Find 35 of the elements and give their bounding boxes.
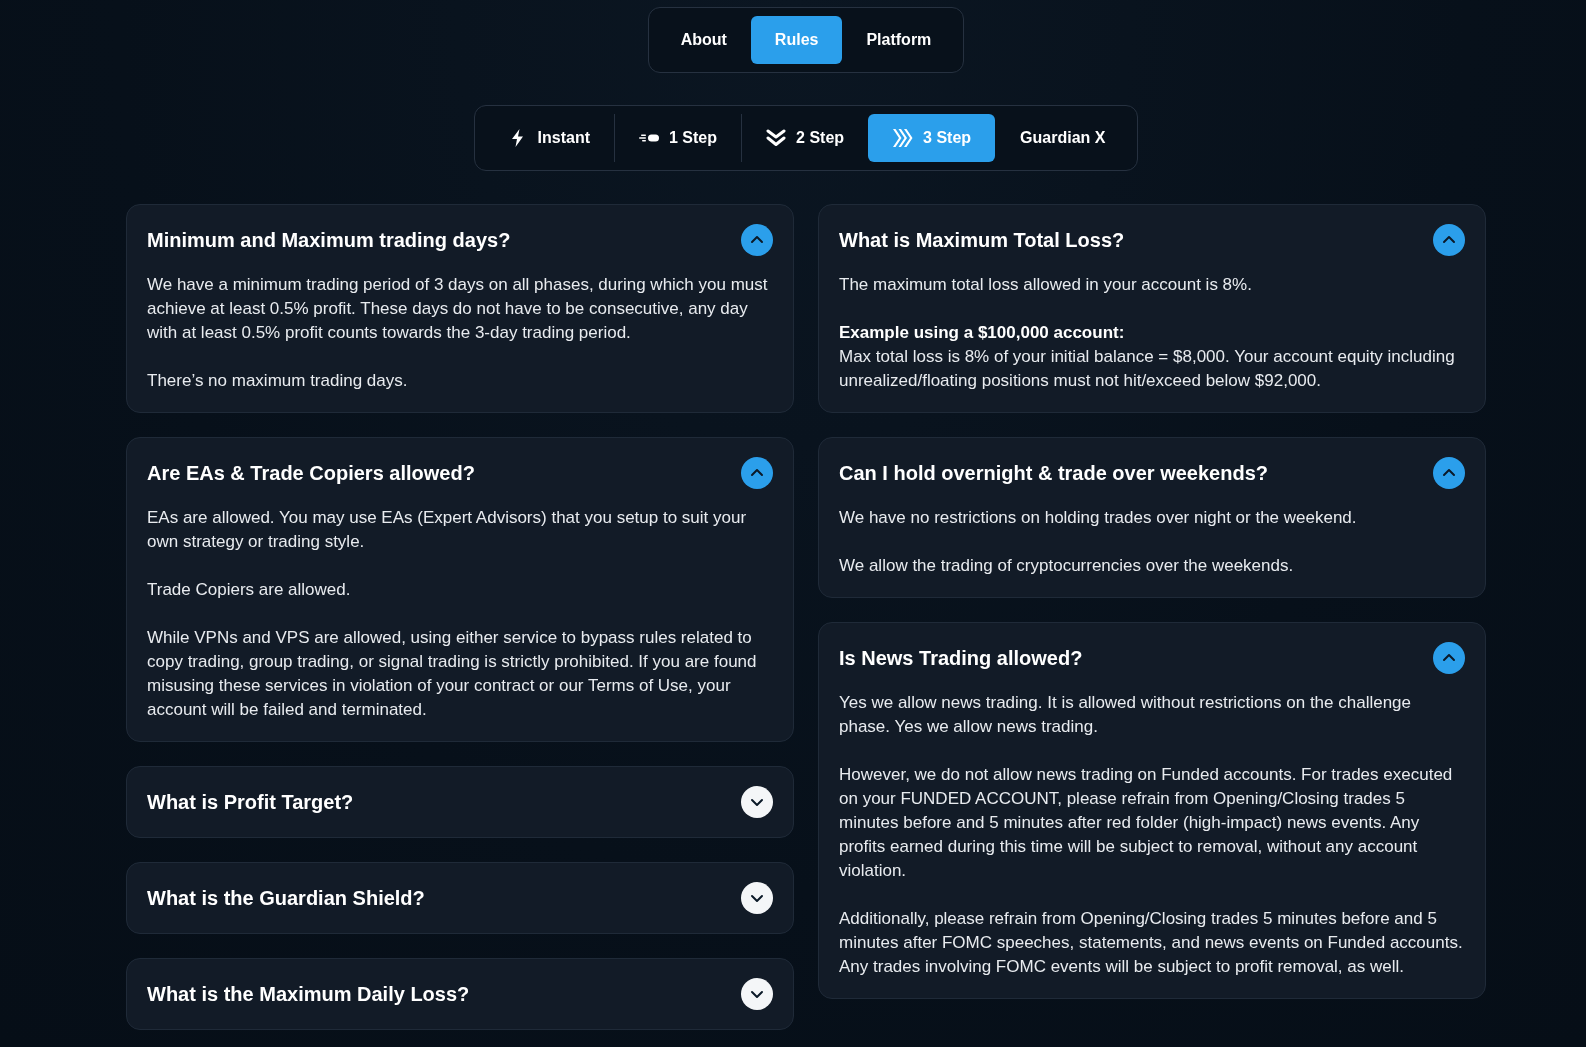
chevron-down-icon[interactable] [741,882,773,914]
faq-answer: While VPNs and VPS are allowed, using either service to bypass rules related to copy trading, group trading, or signal trading is strictly prohibited. If you are found misusing these services in violation of your contract or our Terms of Use, your account will be failed and terminated. [147,627,758,721]
faq-answer: There’s no maximum trading days. [147,370,409,392]
chevron-down-icon[interactable] [741,978,773,1010]
chevron-up-icon[interactable] [1433,224,1465,256]
faq-question: What is the Guardian Shield? [147,886,425,911]
faq-answer: Additionally, please refrain from Opening/Closing trades 5 minutes before and 5 minutes after FOMC speeches, statements, and news events on Funded accounts. Any trades involving FOMC events will be subject to profit removal, as well. [839,908,1464,978]
double-chevron-down-icon [766,129,787,147]
faq-answer: Trade Copiers are allowed. [147,579,352,601]
faq-answer: EAs are allowed. You may use EAs (Expert Advisors) that you setup to suit your own strategy or trading style. [147,507,748,553]
faq-answer: Example using a $100,000 account: Max total loss is 8% of your initial balance = $8,000. Your account equity including unrealized/floating positions must not hit/exceed below $92,000. [839,322,1456,392]
chevron-up-icon[interactable] [1433,457,1465,489]
faq-question: Is News Trading allowed? [839,646,1083,671]
plan-tab[interactable]: Guardian X [995,114,1130,162]
section-tab[interactable]: Platform [842,16,956,64]
faq-answer: However, we do not allow news trading on Funded accounts. For trades executed on your FUNDED ACCOUNT, please refrain from Opening/Closing trades 5 minutes before and 5 minutes after red folder (high-impact) news events. Any profits earned during this time will be subject to removal, without any account violation. [839,764,1454,882]
faq-answer: We allow the trading of cryptocurrencies over the weekends. [839,555,1295,577]
faq-answer: The maximum total loss allowed in your account is 8%. [839,274,1253,296]
triple-chevron-right-icon [893,129,914,147]
chevron-up-icon[interactable] [741,457,773,489]
faq-question: Minimum and Maximum trading days? [147,228,511,253]
faq-question: Are EAs & Trade Copiers allowed? [147,461,475,486]
faq-question: What is Profit Target? [147,790,354,815]
plan-tab[interactable]: Instant [482,114,614,162]
plan-tab[interactable]: 1 Step [614,114,742,162]
faq-answer: We have a minimum trading period of 3 days on all phases, during which you must achieve at least 0.5% profit. These days do not have to be consecutive, any day with at least 0.5% profit counts towards the 3-day trading period. [147,274,769,344]
faq-question: Can I hold overnight & trade over weekends? [839,461,1268,486]
section-tab[interactable]: About [656,16,751,64]
chevron-up-icon[interactable] [741,224,773,256]
faq-answer: Yes we allow news trading. It is allowed without restrictions on the challenge phase. Yes we allow news trading. [839,692,1412,738]
faq-question: What is the Maximum Daily Loss? [147,982,470,1007]
chevron-down-icon[interactable] [741,786,773,818]
chevron-up-icon[interactable] [1433,642,1465,674]
faq-answer: We have no restrictions on holding trades over night or the weekend. [839,507,1358,529]
faq-question: What is Maximum Total Loss? [839,228,1125,253]
